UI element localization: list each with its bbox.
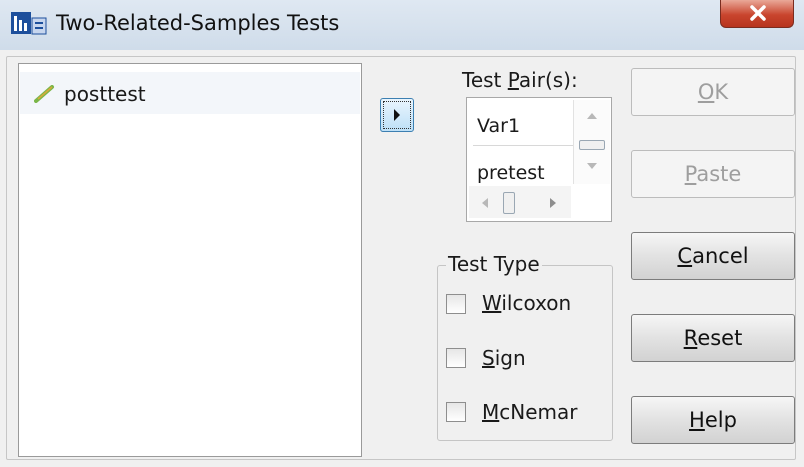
source-variable-list[interactable]: posttest <box>18 63 362 457</box>
reset-button[interactable]: Reset <box>631 314 795 362</box>
sign-checkbox[interactable] <box>446 348 466 368</box>
pair-divider <box>473 145 573 146</box>
var1-header: Var1 <box>477 115 521 137</box>
variable-item-posttest[interactable]: posttest <box>20 72 360 114</box>
scroll-up-icon[interactable] <box>586 112 598 120</box>
window-title: Two-Related-Samples Tests <box>56 11 340 35</box>
move-to-pairs-button[interactable] <box>380 98 414 132</box>
close-button[interactable] <box>720 0 794 28</box>
scroll-left-icon[interactable] <box>481 197 489 209</box>
right-arrow-icon <box>394 109 400 121</box>
sign-label[interactable]: Sign <box>482 346 526 370</box>
horizontal-scrollbar[interactable] <box>469 186 571 218</box>
vertical-scrollbar[interactable] <box>573 100 610 184</box>
help-button[interactable]: Help <box>631 396 795 444</box>
title-bar: Two-Related-Samples Tests <box>0 0 804 51</box>
ok-button[interactable]: OK <box>631 68 795 116</box>
cancel-button[interactable]: Cancel <box>631 232 795 280</box>
paste-button[interactable]: Paste <box>631 150 795 198</box>
horizontal-scroll-thumb[interactable] <box>503 192 515 214</box>
mcnemar-checkbox[interactable] <box>446 402 466 422</box>
wilcoxon-checkbox[interactable] <box>446 294 466 314</box>
scroll-right-icon[interactable] <box>549 197 557 209</box>
mcnemar-label[interactable]: McNemar <box>482 400 578 424</box>
pair-row-value[interactable]: pretest <box>477 162 545 184</box>
vertical-scroll-thumb[interactable] <box>579 140 605 150</box>
scale-variable-icon <box>34 85 54 103</box>
test-pairs-label: Test Pair(s): <box>462 68 578 92</box>
test-pairs-list[interactable]: Var1 pretest <box>466 97 612 222</box>
scroll-down-icon[interactable] <box>586 162 598 170</box>
close-icon <box>750 5 766 21</box>
variable-label: posttest <box>64 82 146 106</box>
wilcoxon-label[interactable]: Wilcoxon <box>482 291 571 315</box>
spss-dialog-icon <box>11 12 47 35</box>
test-type-title: Test Type <box>446 252 542 276</box>
